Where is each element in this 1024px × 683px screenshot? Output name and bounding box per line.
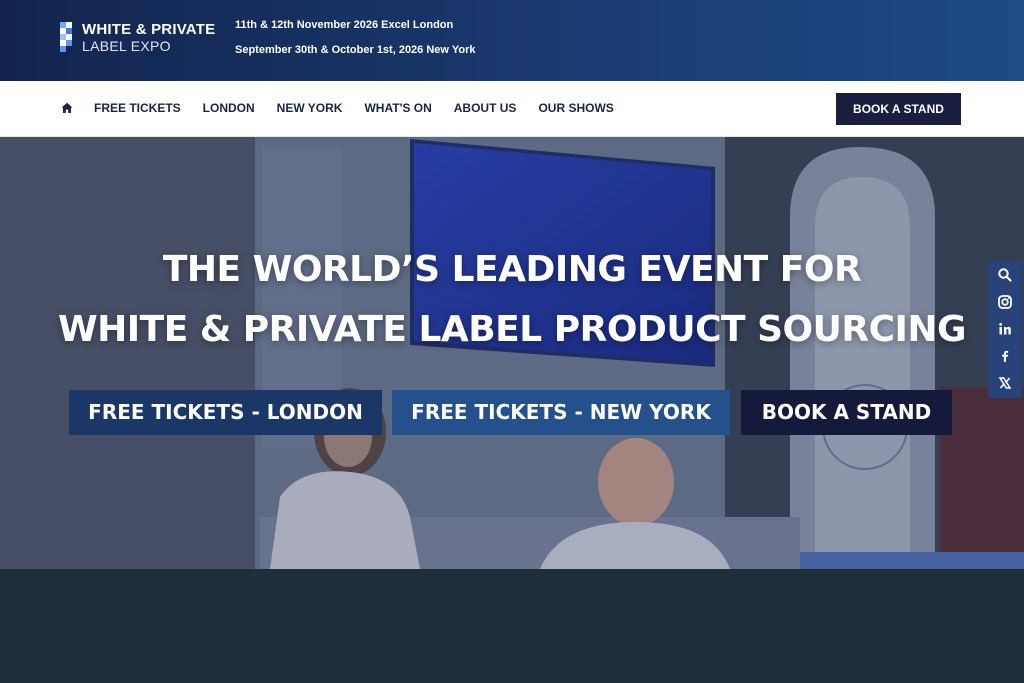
free-tickets-london-button[interactable]: FREE TICKETS - LONDON xyxy=(69,390,382,435)
top-banner: WHITE & PRIVATE LABEL EXPO 11th & 12th N… xyxy=(0,0,1024,81)
nav-whats-on[interactable]: WHAT'S ON xyxy=(364,101,431,115)
nav-about-us[interactable]: ABOUT US xyxy=(454,101,517,115)
logo-text-primary: WHITE & PRIVATE xyxy=(82,21,216,38)
nav-london[interactable]: LONDON xyxy=(203,101,255,115)
hero-heading-line-2: WHITE & PRIVATE LABEL PRODUCT SOURCING xyxy=(57,309,967,350)
nav-links: FREE TICKETS LONDON NEW YORK WHAT'S ON A… xyxy=(94,101,636,115)
nav-our-shows[interactable]: OUR SHOWS xyxy=(538,101,613,115)
home-icon[interactable] xyxy=(61,102,73,114)
free-tickets-new-york-button[interactable]: FREE TICKETS - NEW YORK xyxy=(392,390,730,435)
x-icon[interactable] xyxy=(995,373,1015,393)
logo-text-secondary: LABEL EXPO xyxy=(82,38,171,54)
lower-section xyxy=(0,569,1024,683)
facebook-icon[interactable] xyxy=(995,346,1015,366)
hero-heading-line-1: THE WORLD’S LEADING EVENT FOR xyxy=(162,249,862,290)
instagram-icon[interactable] xyxy=(995,292,1015,312)
nav-new-york[interactable]: NEW YORK xyxy=(277,101,343,115)
event-dates: 11th & 12th November 2026 Excel London S… xyxy=(235,19,475,57)
social-rail xyxy=(988,261,1022,398)
date-new-york: September 30th & October 1st, 2026 New Y… xyxy=(235,44,476,56)
logo[interactable]: WHITE & PRIVATE LABEL EXPO xyxy=(60,20,215,54)
date-london: 11th & 12th November 2026 Excel London xyxy=(235,19,454,31)
book-a-stand-nav-button[interactable]: BOOK A STAND xyxy=(836,93,961,125)
logo-mark-icon xyxy=(60,22,76,52)
nav-free-tickets[interactable]: FREE TICKETS xyxy=(94,101,181,115)
hero-background-image xyxy=(0,137,1024,569)
book-a-stand-hero-button[interactable]: BOOK A STAND xyxy=(741,390,952,435)
main-nav: FREE TICKETS LONDON NEW YORK WHAT'S ON A… xyxy=(0,81,1024,137)
search-icon[interactable] xyxy=(995,265,1015,285)
hero-section: THE WORLD’S LEADING EVENT FOR WHITE & PR… xyxy=(0,137,1024,569)
linkedin-icon[interactable] xyxy=(995,319,1015,339)
